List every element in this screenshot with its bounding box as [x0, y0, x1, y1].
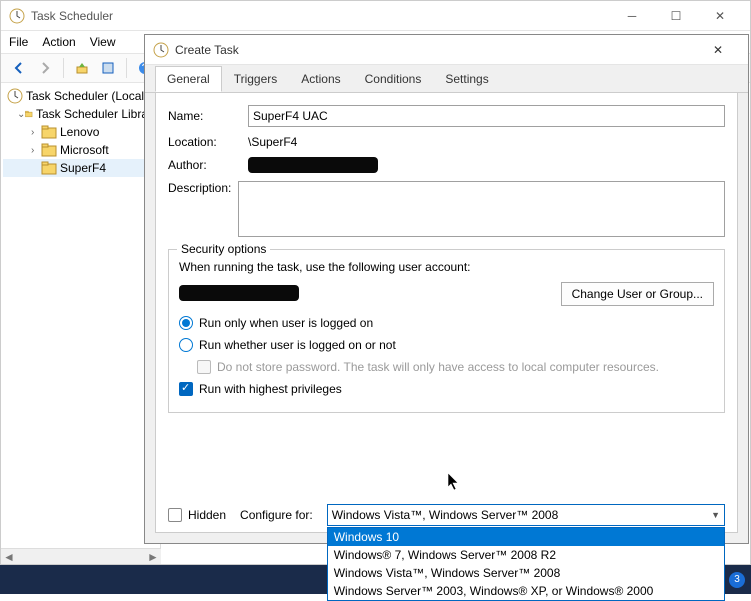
main-title: Task Scheduler	[31, 9, 610, 23]
menu-file[interactable]: File	[9, 35, 28, 49]
checkbox-highest-privileges-row[interactable]: Run with highest privileges	[179, 382, 714, 396]
general-tab-panel: Name: Location: \SuperF4 Author: Descrip…	[155, 93, 738, 533]
menu-view[interactable]: View	[90, 35, 116, 49]
tree-label: Lenovo	[60, 125, 99, 139]
tree-item[interactable]: › Lenovo	[3, 123, 158, 141]
tree-label: Task Scheduler (Local)	[26, 89, 148, 103]
folder-icon	[41, 124, 57, 140]
security-legend: Security options	[177, 242, 270, 256]
radio-run-whether[interactable]: Run whether user is logged on or not	[179, 338, 714, 352]
tab-actions[interactable]: Actions	[289, 66, 352, 92]
tree-item[interactable]: › Microsoft	[3, 141, 158, 159]
radio-icon	[179, 338, 193, 352]
clock-icon	[153, 42, 169, 58]
tabstrip: General Triggers Actions Conditions Sett…	[145, 65, 748, 93]
radio-label: Run whether user is logged on or not	[199, 338, 396, 352]
dialog-titlebar[interactable]: Create Task ✕	[145, 35, 748, 65]
hidden-label: Hidden	[188, 508, 226, 522]
tab-conditions[interactable]: Conditions	[353, 66, 434, 92]
folder-icon	[41, 160, 57, 176]
create-task-dialog: Create Task ✕ General Triggers Actions C…	[144, 34, 749, 544]
notification-badge[interactable]: 3	[729, 572, 745, 588]
description-input[interactable]	[238, 181, 725, 237]
folder-icon	[41, 142, 57, 158]
tree-library[interactable]: ⌄ Task Scheduler Library	[3, 105, 158, 123]
maximize-button[interactable]: ☐	[654, 2, 698, 30]
security-options-group: Security options When running the task, …	[168, 249, 725, 413]
expand-icon[interactable]: ⌄	[17, 109, 25, 120]
no-store-label: Do not store password. The task will onl…	[217, 360, 659, 374]
checkbox-hidden	[168, 508, 182, 522]
tree-pane[interactable]: Task Scheduler (Local) ⌄ Task Scheduler …	[1, 83, 161, 564]
expand-icon[interactable]: ›	[31, 145, 41, 156]
tree-hscrollbar[interactable]: ◄ ►	[1, 548, 161, 564]
dropdown-option[interactable]: Windows 10	[328, 528, 724, 546]
highest-priv-label: Run with highest privileges	[199, 382, 342, 396]
radio-run-logged-on[interactable]: Run only when user is logged on	[179, 316, 714, 330]
security-prompt: When running the task, use the following…	[179, 260, 714, 274]
scroll-right-icon[interactable]: ►	[145, 550, 161, 564]
dropdown-option[interactable]: Windows® 7, Windows Server™ 2008 R2	[328, 546, 724, 564]
tab-general[interactable]: General	[155, 66, 222, 92]
toolbar-separator	[63, 58, 64, 78]
location-value: \SuperF4	[248, 135, 297, 149]
back-button[interactable]	[7, 56, 31, 80]
toolbar-separator	[126, 58, 127, 78]
expand-icon[interactable]: ›	[31, 127, 41, 138]
name-label: Name:	[168, 109, 248, 123]
configure-for-dropdown: Windows 10 Windows® 7, Windows Server™ 2…	[327, 527, 725, 601]
configure-for-label: Configure for:	[240, 508, 313, 522]
combo-selected: Windows Vista™, Windows Server™ 2008	[332, 508, 559, 522]
radio-icon	[179, 316, 193, 330]
scroll-left-icon[interactable]: ◄	[1, 550, 17, 564]
tree-root[interactable]: Task Scheduler (Local)	[3, 87, 158, 105]
name-input[interactable]	[248, 105, 725, 127]
bottom-row: Hidden Configure for: Windows Vista™, Wi…	[168, 504, 725, 526]
user-account-value	[179, 285, 551, 304]
change-user-button[interactable]: Change User or Group...	[561, 282, 714, 306]
description-label: Description:	[168, 181, 238, 195]
chevron-down-icon: ▼	[711, 510, 720, 520]
tree-label: SuperF4	[60, 161, 106, 175]
clock-icon	[9, 8, 25, 24]
menu-action[interactable]: Action	[42, 35, 75, 49]
dropdown-option[interactable]: Windows Server™ 2003, Windows® XP, or Wi…	[328, 582, 724, 600]
location-label: Location:	[168, 135, 248, 149]
close-button[interactable]: ✕	[698, 2, 742, 30]
checkbox-no-store	[197, 360, 211, 374]
checkbox-highest-privileges	[179, 382, 193, 396]
configure-for-combo[interactable]: Windows Vista™, Windows Server™ 2008 ▼ W…	[327, 504, 725, 526]
tab-triggers[interactable]: Triggers	[222, 66, 290, 92]
dialog-title: Create Task	[175, 43, 696, 57]
properties-button[interactable]	[96, 56, 120, 80]
dialog-close-button[interactable]: ✕	[696, 36, 740, 64]
library-icon	[25, 106, 33, 122]
tree-label: Task Scheduler Library	[36, 107, 158, 121]
tree-label: Microsoft	[60, 143, 109, 157]
tree-item-selected[interactable]: SuperF4	[3, 159, 158, 177]
checkbox-hidden-row[interactable]: Hidden	[168, 508, 226, 522]
clock-icon	[7, 88, 23, 104]
minimize-button[interactable]: ─	[610, 2, 654, 30]
tab-settings[interactable]: Settings	[433, 66, 500, 92]
main-titlebar[interactable]: Task Scheduler ─ ☐ ✕	[1, 1, 750, 31]
dropdown-option[interactable]: Windows Vista™, Windows Server™ 2008	[328, 564, 724, 582]
forward-button[interactable]	[33, 56, 57, 80]
author-value-redacted	[248, 157, 378, 173]
up-button[interactable]	[70, 56, 94, 80]
author-label: Author:	[168, 158, 248, 172]
radio-label: Run only when user is logged on	[199, 316, 373, 330]
